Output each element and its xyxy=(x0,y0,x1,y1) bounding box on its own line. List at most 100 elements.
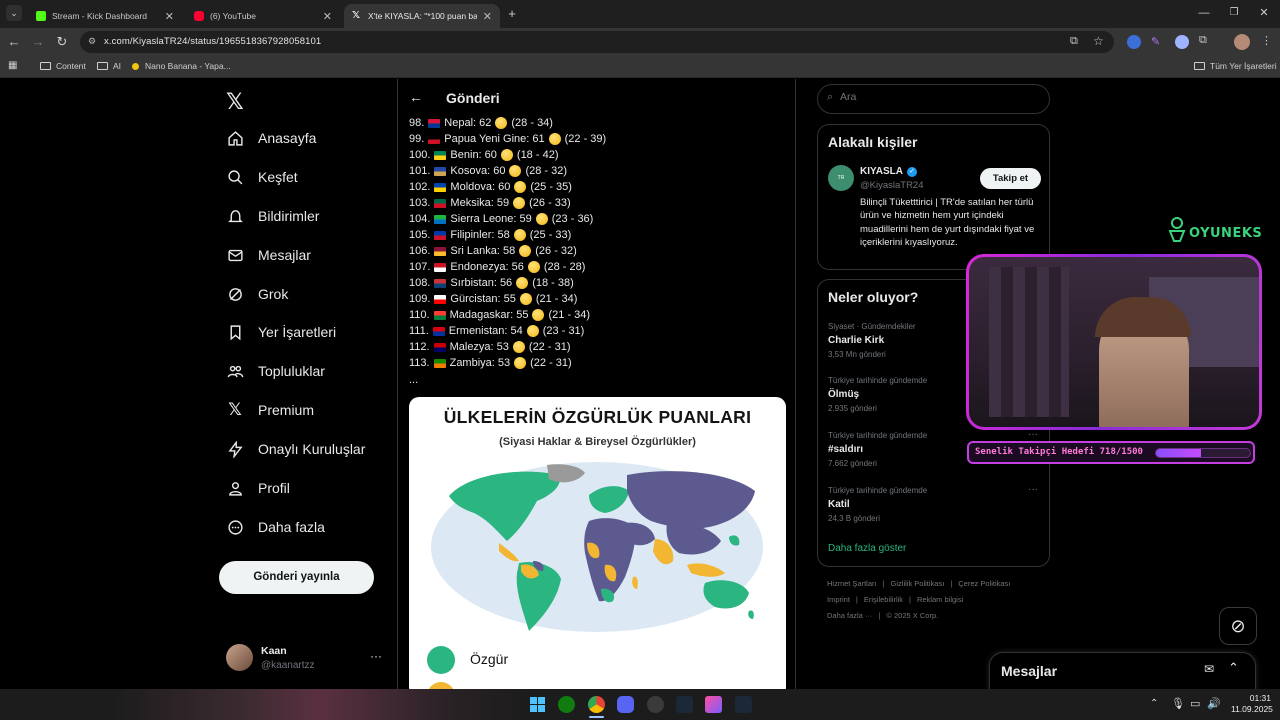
ellipsis-text: ... xyxy=(409,374,419,386)
ranking-line: 111. Ermenistan: 54 (23 - 31) xyxy=(409,325,584,337)
country-score: Gürcistan: 55 xyxy=(450,293,516,305)
new-tab-icon[interactable]: + xyxy=(504,6,520,22)
browser-menu-icon[interactable]: ⋮ xyxy=(1261,34,1272,47)
bookmark-content[interactable]: Content xyxy=(40,61,86,71)
windows-start-icon[interactable] xyxy=(529,696,546,713)
reload-icon[interactable]: ↻ xyxy=(54,34,70,50)
install-app-icon[interactable]: ⧉ xyxy=(1070,35,1078,48)
tab-youtube[interactable]: (6) YouTube ✕ xyxy=(186,4,340,28)
rank-number: 101. xyxy=(409,165,431,177)
sidebar-item-profil[interactable]: Profil xyxy=(226,476,290,500)
steam-secondary-icon[interactable] xyxy=(735,696,752,713)
sidebar-item-grok[interactable]: Grok xyxy=(226,282,288,306)
sidebar-item-onayl-kurulu-lar[interactable]: Onaylı Kuruluşlar xyxy=(226,437,365,461)
footer-link[interactable]: Çerez Politikası xyxy=(958,579,1010,588)
all-bookmarks[interactable]: Tüm Yer İşaretleri xyxy=(1194,61,1277,71)
extensions-puzzle-icon[interactable]: ⧉ xyxy=(1199,34,1213,48)
rank-number: 113. xyxy=(409,357,430,369)
sidebar-item-mesajlar[interactable]: Mesajlar xyxy=(226,243,311,267)
app-icon[interactable] xyxy=(705,696,722,713)
footer-link[interactable]: Daha fazla ··· xyxy=(827,611,872,620)
sidebar-item-yer-i-aretleri[interactable]: Yer İşaretleri xyxy=(226,320,336,344)
sidebar-item-ke-fet[interactable]: Keşfet xyxy=(226,165,298,189)
tab-close-icon[interactable]: ✕ xyxy=(483,10,492,23)
tab-kick-dashboard[interactable]: Stream - Kick Dashboard ✕ xyxy=(28,4,182,28)
extension-circle-icon[interactable] xyxy=(1175,35,1189,49)
back-icon[interactable]: ← xyxy=(6,34,22,50)
trend-item[interactable]: Türkiye tarihinde gündemde Katil 24,3 B gö… xyxy=(828,484,1040,523)
trend-more-icon[interactable]: ··· xyxy=(1028,484,1038,495)
score-range: (23 - 31) xyxy=(542,325,585,337)
footer-link[interactable]: Reklam bilgisi xyxy=(917,595,963,604)
restore-icon[interactable]: ❐ xyxy=(1226,5,1242,21)
grok-floating-button[interactable]: ⊘ xyxy=(1219,607,1257,645)
messages-dock[interactable]: Mesajlar ✉ ⌃ xyxy=(989,652,1256,689)
coin-emoji-icon xyxy=(548,133,561,145)
search-box[interactable]: ⌕ xyxy=(817,84,1050,114)
address-bar[interactable]: ⚙ x.com/KiyaslaTR24/status/1965518367928… xyxy=(80,31,1114,53)
site-info-icon[interactable]: ⚙ xyxy=(88,36,96,47)
search-input[interactable] xyxy=(840,91,1040,103)
kiyasla-avatar[interactable]: TR xyxy=(828,165,854,191)
new-message-icon[interactable]: ✉ xyxy=(1204,662,1214,676)
bookmark-ai[interactable]: AI xyxy=(97,61,121,71)
coin-emoji-icon xyxy=(519,293,532,305)
bookmark-star-icon[interactable]: ☆ xyxy=(1093,34,1104,48)
x-logo-icon[interactable]: 𝕏 xyxy=(226,89,244,115)
show-more-link[interactable]: Daha fazla göster xyxy=(828,543,906,554)
sidebar-item-topluluklar[interactable]: Topluluklar xyxy=(226,359,325,383)
minimize-icon[interactable]: — xyxy=(1196,5,1212,21)
steam-icon[interactable] xyxy=(676,696,693,713)
xbox-icon[interactable] xyxy=(558,696,575,713)
related-name[interactable]: KIYASLA xyxy=(860,166,903,177)
microphone-icon[interactable]: 🎙 xyxy=(1171,697,1185,710)
trend-context: Türkiye tarihinde gündemde xyxy=(828,486,928,495)
expand-chevron-icon[interactable]: ⌃ xyxy=(1228,660,1239,676)
post-button[interactable]: Gönderi yayınla xyxy=(219,561,374,594)
bookmark-nano-banana[interactable]: Nano Banana - Yapa... xyxy=(132,61,231,71)
apps-grid-icon[interactable]: ▦ xyxy=(8,60,17,71)
score-range: (22 - 31) xyxy=(530,357,572,369)
forward-icon[interactable]: → xyxy=(30,34,46,50)
bookmarks-bar: ▦ Content AI Nano Banana - Yapa... Tüm Y… xyxy=(0,56,1280,78)
account-avatar[interactable] xyxy=(226,644,253,671)
account-more-icon[interactable]: ··· xyxy=(370,649,382,663)
coin-emoji-icon xyxy=(532,309,545,321)
url-text: x.com/KiyaslaTR24/status/196551836792805… xyxy=(104,36,322,47)
footer-link[interactable]: Gizlilik Politikası xyxy=(891,579,945,588)
bell-icon xyxy=(226,207,244,225)
sidebar-item-premium[interactable]: 𝕏 Premium xyxy=(226,398,314,422)
extension-pen-icon[interactable]: ✎ xyxy=(1151,35,1165,49)
discord-icon[interactable] xyxy=(617,696,634,713)
sidebar-item-bildirimler[interactable]: Bildirimler xyxy=(226,204,319,228)
chrome-icon[interactable] xyxy=(588,696,605,713)
back-arrow-icon[interactable]: ← xyxy=(409,89,423,105)
footer-link[interactable]: Erişilebilirlik xyxy=(864,595,903,604)
volume-icon[interactable]: 🔊 xyxy=(1207,697,1221,710)
taskbar-clock[interactable]: 01:31 11.09.2025 xyxy=(1231,693,1273,715)
map-new-zealand xyxy=(748,610,754,619)
obs-icon[interactable] xyxy=(647,696,664,713)
tab-close-icon[interactable]: ✕ xyxy=(165,10,174,23)
footer-link[interactable]: Imprint xyxy=(827,595,850,604)
tray-chevron-icon[interactable]: ⌃ xyxy=(1150,698,1158,709)
network-icon[interactable]: ▭ xyxy=(1190,697,1200,710)
tab-x-post[interactable]: 𝕏 X'te KIYASLA: "*100 puan baz al ✕ xyxy=(344,4,500,28)
extension-icon[interactable] xyxy=(1127,35,1141,49)
x-page: 𝕏 Anasayfa Keşfet Bildirimler Mesajlar Grok Y… xyxy=(0,79,1280,689)
footer-link[interactable]: Hizmet Şartları xyxy=(827,579,877,588)
tab-close-icon[interactable]: ✕ xyxy=(323,10,332,23)
folder-icon xyxy=(97,62,108,70)
sidebar-item-daha-fazla[interactable]: Daha fazla xyxy=(226,515,325,539)
coin-emoji-icon xyxy=(500,149,513,161)
footer-link[interactable]: © 2025 X Corp. xyxy=(886,611,938,620)
window-close-icon[interactable]: ✕ xyxy=(1256,5,1272,21)
follow-button[interactable]: Takip et xyxy=(980,168,1041,189)
tab-search-chevron-icon[interactable]: ⌄ xyxy=(6,5,22,21)
profile-avatar-icon[interactable] xyxy=(1234,34,1250,50)
post-image[interactable]: ÜLKELERİN ÖZGÜRLÜK PUANLARI (Siyasi Hakl… xyxy=(409,397,786,689)
sidebar-item-anasayfa[interactable]: Anasayfa xyxy=(226,126,316,150)
score-range: (28 - 34) xyxy=(511,117,553,129)
trend-more-icon[interactable]: ··· xyxy=(1028,429,1038,440)
x-logo-icon: 𝕏 xyxy=(228,400,242,419)
